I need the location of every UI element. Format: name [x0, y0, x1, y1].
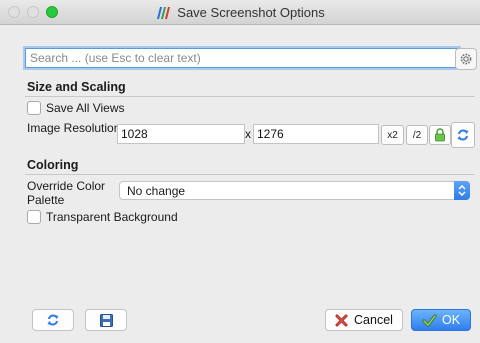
lock-icon [435, 128, 445, 142]
cancel-label: Cancel [354, 313, 393, 327]
transparent-background-label: Transparent Background [46, 210, 178, 224]
gear-icon [460, 53, 472, 65]
load-settings-button[interactable] [32, 309, 74, 331]
override-label-line1: Override Color [27, 179, 106, 193]
color-palette-selected: No change [127, 183, 186, 198]
window-title-container: Save Screenshot Options [0, 5, 480, 20]
override-color-palette-label: Override Color Palette [27, 179, 105, 207]
color-palette-select[interactable]: No change [119, 181, 470, 200]
half-resolution-button[interactable]: /2 [406, 125, 428, 145]
window-title: Save Screenshot Options [177, 5, 325, 20]
size-scaling-heading: Size and Scaling [27, 80, 126, 94]
save-all-views-row[interactable]: Save All Views [27, 101, 125, 115]
title-bar: Save Screenshot Options [0, 0, 480, 25]
ok-button[interactable]: OK [411, 309, 471, 331]
lock-aspect-button[interactable] [429, 125, 451, 145]
section-divider [25, 174, 475, 175]
save-all-views-checkbox[interactable] [27, 101, 41, 115]
transparent-background-row[interactable]: Transparent Background [27, 210, 178, 224]
transparent-background-checkbox[interactable] [27, 210, 41, 224]
cancel-button[interactable]: Cancel [325, 309, 403, 331]
coloring-heading: Coloring [27, 158, 79, 172]
paraview-logo-icon [157, 7, 171, 19]
reset-resolution-button[interactable] [451, 122, 475, 148]
refresh-icon [457, 129, 469, 141]
resolution-height-input[interactable] [253, 124, 379, 144]
ok-label: OK [441, 313, 461, 327]
resolution-separator: x [245, 127, 251, 141]
override-label-line2: Palette [27, 193, 65, 207]
floppy-disk-icon [99, 313, 113, 327]
search-input[interactable] [25, 48, 459, 68]
save-all-views-label: Save All Views [46, 101, 125, 115]
select-chevron-icon [454, 181, 470, 200]
image-resolution-label: Image Resolution [27, 121, 121, 135]
section-divider [25, 96, 475, 97]
refresh-icon [47, 314, 59, 326]
advanced-settings-button[interactable] [455, 48, 477, 70]
checkmark-icon [422, 313, 437, 327]
double-resolution-button[interactable]: x2 [381, 125, 404, 145]
x-icon [335, 314, 348, 326]
resolution-width-input[interactable] [117, 124, 245, 144]
save-screenshot-dialog: Save Screenshot Options Size and Scaling… [0, 0, 480, 343]
save-settings-button[interactable] [85, 309, 127, 331]
